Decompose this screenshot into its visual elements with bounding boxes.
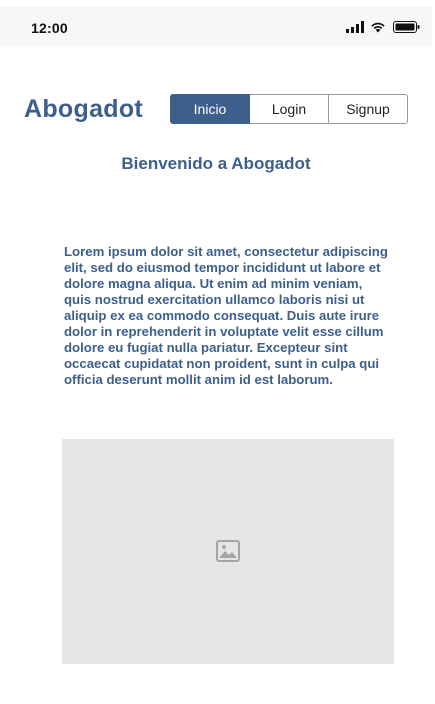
status-bar: 12:00	[0, 7, 432, 46]
status-time: 12:00	[31, 20, 68, 36]
image-icon	[216, 540, 240, 562]
battery-icon	[393, 21, 420, 33]
wifi-icon	[371, 22, 385, 33]
image-placeholder	[62, 439, 394, 664]
brand-logo-text: Abogadot	[24, 95, 144, 123]
nav-inicio-button[interactable]: Inicio	[170, 94, 250, 124]
nav-login-button[interactable]: Login	[249, 94, 329, 124]
signal-icon	[346, 21, 364, 33]
body-text: Lorem ipsum dolor sit amet, consectetur …	[64, 244, 388, 387]
status-icons	[346, 21, 420, 35]
top-nav: Inicio Login Signup	[170, 94, 408, 124]
nav-signup-button[interactable]: Signup	[328, 94, 408, 124]
page-title: Bienvenido a Abogadot	[121, 154, 311, 173]
